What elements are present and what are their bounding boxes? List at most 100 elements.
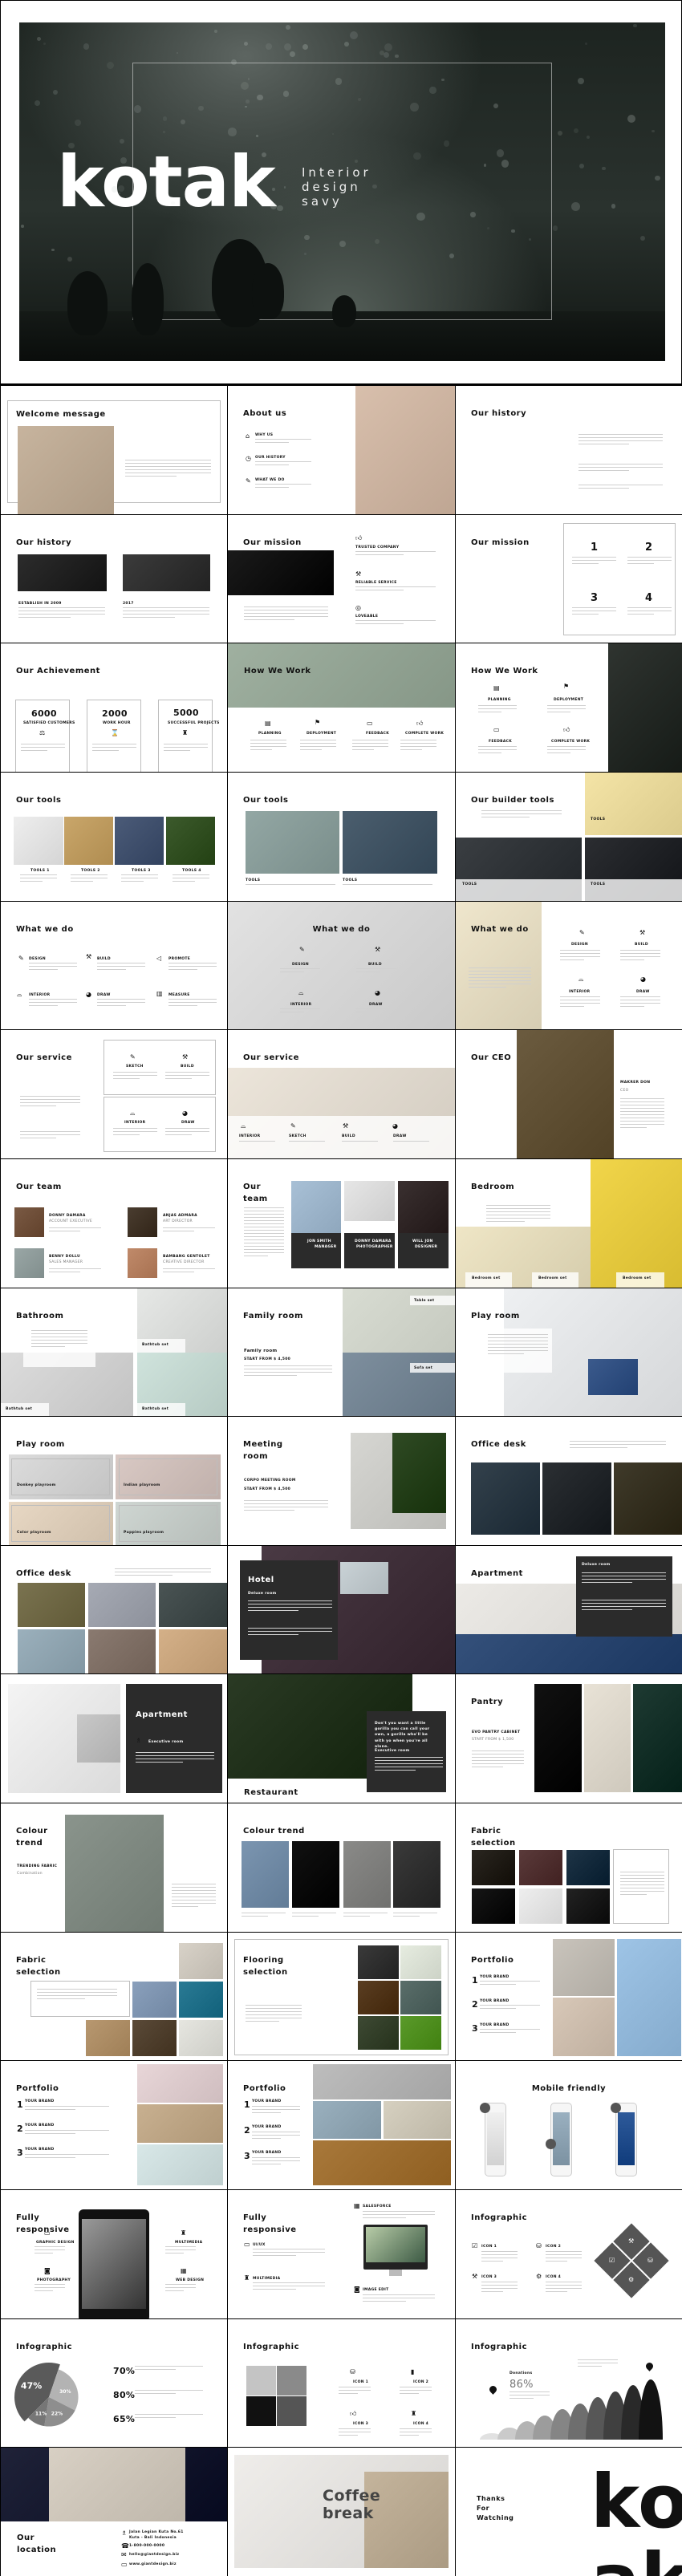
slide-title: Our team [16,1183,62,1191]
slide-thumbnail[interactable]: Office desk [455,1416,682,1546]
slide-thumbnail[interactable]: What we do ✎ DESIGN ⚒ BUILD ⌓ INTERIOR ◕ DRAW [227,901,456,1030]
slide-thumbnail[interactable]: Mobile friendly [455,2060,682,2190]
slide-thumbnail[interactable]: Don't you want a little gorilla you can … [227,1673,456,1803]
slide-thumbnail[interactable]: Donkey playroom Indian playroom Color play… [0,1416,228,1546]
slide-thumbnail[interactable]: TRENDING FABRIC Combination Colour trend [0,1803,228,1933]
slide-thumbnail[interactable]: How We Work ▤ PLANNING ⚑ DEPLOYMENT ▭ FEEDBACK… [227,643,456,773]
slide-thumbnail[interactable]: Welcome message [0,385,228,515]
body-text-lines [393,1141,429,1144]
slide-thumbnail[interactable]: Deluxe room Apartment [455,1545,682,1674]
slide-thumbnail[interactable]: ▭ GRAPHIC DESIGN ♜ MULTIMEDIA ◙ PHOTOGRAPHY ▦ W… [0,2189,228,2319]
slide-label: Donations [509,2371,533,2375]
dark-panel [576,1556,672,1637]
slide-thumbnail[interactable]: Fabric selection [455,1803,682,1933]
body-text-lines [356,1008,396,1015]
pie-slice-label: 22% [51,2412,63,2417]
slide-thumbnail[interactable]: ⚒ ☑ ⛁ ⚙ ☑ ICON 1 ⛁ ICON 2 ⚒ ICON 3 ⚙ ICON 4 Infograp… [455,2189,682,2319]
slide-thumbnail[interactable]: Family room START FROM $ 4,500 Table set So… [227,1288,456,1417]
slide-label: YOUR BRAND [25,2124,55,2128]
slide-label: Don't you want a little gorilla you can … [375,1722,430,1749]
body-text-lines [121,874,158,884]
slide-thumbnail[interactable]: Hotel Deluxe room [227,1545,456,1674]
slide-thumbnail[interactable]: ✎ DESIGN ⚒ BUILD ◁ PROMOTE ⌓ INTERIOR ◕ DRAW ▥ MEAS… [0,901,228,1030]
bokeh-light [633,24,637,28]
slide-thumbnail[interactable]: Donations 86% Infographic [455,2318,682,2448]
slide-title: What we do [16,925,74,934]
slide-thumbnail[interactable]: Play room [455,1288,682,1417]
body-text-lines [627,607,672,617]
slide-thumbnail[interactable]: Coffee break [227,2447,456,2576]
slide-title: Apartment [136,1710,188,1719]
slide-label: 70% [113,2366,136,2376]
slide-thumbnail[interactable]: TOOLS TOOLS TOOLS Our builder tools [455,772,682,902]
bokeh-light [652,129,656,133]
bokeh-light [133,105,142,113]
photo [472,1888,515,1924]
pencil-icon: ✎ [130,1053,136,1061]
slide-label: DEPLOYMENT [554,698,584,702]
slide-thumbnail[interactable]: TOOLS 1 TOOLS 2 TOOLS 3 TOOLS 4 Our tools [0,772,228,902]
slide-label: PROMOTE [168,957,191,961]
slide-thumbnail[interactable]: ⌂ WHY US ◷ OUR HISTORY ✎ WHAT WE DO About us [227,385,456,515]
slide-thumbnail[interactable]: Our location ♗ Jalan Legian Kuta No.61 Kuta… [0,2447,228,2576]
slide-thumbnail[interactable]: DONNY DAMARA ACCOUNT EXECUTIVE ANJAS ADMAR… [0,1158,228,1288]
body-text-lines [578,485,663,491]
slide-label: WHY US [255,433,274,437]
bokeh-light [344,41,350,47]
slide-label: INTERIOR [239,1134,261,1138]
slide-thumbnail[interactable]: JON SMITH MANAGER DONNY DAMARA PHOTOGRAPHER… [227,1158,456,1288]
title-slide[interactable]: kotak Interior design savy [0,0,682,385]
hero-subtitle: Interior design savy [302,165,371,209]
bokeh-light [349,30,359,40]
slide-thumbnail[interactable]: 6000 SATISFIED CUSTOMERS 2000 WORK HOUR 5000… [0,643,228,773]
slide-thumbnail[interactable]: Colour trend [227,1803,456,1933]
slide-label: YOUR BRAND [25,2099,55,2103]
photo [358,1981,399,2014]
slide-thumbnail[interactable]: Bedroom set Bedroom set Bedroom set Bedroom [455,1158,682,1288]
slide-thumbnail[interactable]: MAKRER DON CEO Our CEO [455,1029,682,1159]
camera-icon: ◙ [44,2267,51,2274]
slide-thumbnail[interactable]: Thanks For Watching kotak [455,2447,682,2576]
photo [228,902,455,1029]
slide-thumbnail[interactable]: ESTABLISH IN 2009 2017 Our history [0,514,228,643]
slide-thumbnail[interactable]: Bathtub set Bathtub set Bathtub set Bathroo… [0,1288,228,1417]
bokeh-light [83,43,90,51]
slide-label: 2 [17,2124,23,2134]
slide-thumbnail[interactable]: 47% 30% 22% 11% 70% 80% 65% Infographic [0,2318,228,2448]
slide-thumbnail[interactable]: Fabric selection [0,1932,228,2061]
slide-thumbnail[interactable]: ▤ PLANNING ⚑ DEPLOYMENT ▭ FEEDBACK 👍︎ COMPLETE … [455,643,682,773]
slide-label: PHOTOGRAPHY [37,2278,71,2282]
slide-title: Our CEO [471,1053,512,1062]
slide-label: Deluxe room [582,1563,611,1567]
slide-label: UI/UX [253,2243,266,2247]
bokeh-light [162,116,168,121]
slide-thumbnail[interactable]: 👍︎ TRUSTED COMPANY ⚒ RELIABLE SERVICE ◎ LOVEA… [227,514,456,643]
bokeh-light [51,248,55,252]
slide-label: SALESFORCE [363,2205,392,2209]
slide-thumbnail[interactable]: 1 2 3 4 Our mission [455,514,682,643]
photo [49,2448,185,2521]
slide-thumbnail[interactable]: ▭ UI/UX ♜ MULTIMEDIA ▦ SALESFORCE ◙ IMAGE EDIT F… [227,2189,456,2319]
body-text-lines [18,607,105,620]
slide-thumbnail[interactable]: Office desk [0,1545,228,1674]
slide-title: Our builder tools [471,796,554,805]
slide-thumbnail[interactable]: ✎ DESIGN ⚒ BUILD ⌓ INTERIOR ◕ DRAW What we do [455,901,682,1030]
slide-thumbnail[interactable]: TOOLS TOOLS Our tools [227,772,456,902]
slide-thumbnail[interactable]: ✎ SKETCH ⚒ BUILD ⌓ INTERIOR ◕ DRAW Our service [0,1029,228,1159]
bokeh-light [217,170,220,172]
slide-thumbnail[interactable]: 1 YOUR BRAND 2 YOUR BRAND 3 YOUR BRAND Portfol… [0,2060,228,2190]
slide-thumbnail[interactable]: EVO PANTRY CABINET START FROM $ 1,500 Pant… [455,1673,682,1803]
slide-thumbnail[interactable]: Our history [455,385,682,515]
photo [14,817,63,865]
slide-thumbnail[interactable]: ⛁ ICON 1 ▮ ICON 2 👍︎ ICON 3 ♜ ICON 4 Infographic [227,2318,456,2448]
slide-thumbnail[interactable]: 1 YOUR BRAND 2 YOUR BRAND 3 YOUR BRAND Portfol… [455,1932,682,2061]
photo [392,1433,446,1513]
slide-thumbnail[interactable]: CORPO MEETING ROOM START FROM $ 4,500 Meet… [227,1416,456,1546]
body-text-lines [244,1365,332,1378]
map-pin-icon [644,2361,655,2371]
slide-thumbnail[interactable]: 1 YOUR BRAND 2 YOUR BRAND 3 YOUR BRAND Portfol… [227,2060,456,2190]
slide-thumbnail[interactable]: Apartment ♗ Executive room [0,1673,228,1803]
slide-thumbnail[interactable]: Flooring selection [227,1932,456,2061]
slide-thumbnail[interactable]: ⌓ INTERIOR ✎ SKETCH ⚒ BUILD ◕ DRAW Our service [227,1029,456,1159]
slide-label: IMAGE EDIT [363,2288,389,2292]
